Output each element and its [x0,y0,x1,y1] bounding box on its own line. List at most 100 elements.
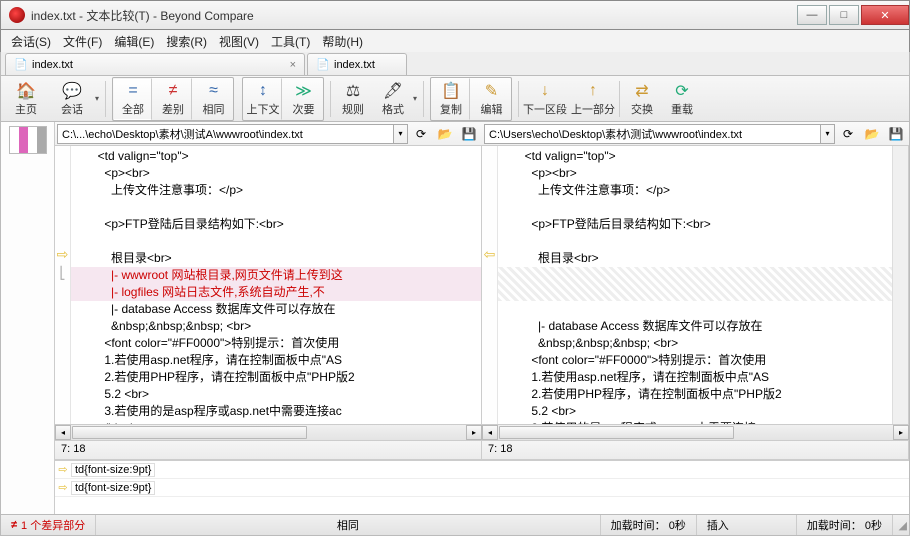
left-cursor-pos: 7: 18 [55,441,482,459]
menu-edit[interactable]: 编辑(E) [114,33,154,50]
status-diff-text: 1 个差异部分 [21,517,85,533]
arrow-right-icon: ⇨ [55,463,71,476]
format-button[interactable]: 🖋格式 [374,78,412,120]
separator [518,81,519,117]
menu-view[interactable]: 视图(V) [219,33,259,50]
menubar: 会话(S) 文件(F) 编辑(E) 搜索(R) 视图(V) 工具(T) 帮助(H… [0,30,910,52]
toolbar: 🏠主页 💬会话 ▾ =全部 ≠差别 ≈相同 ↕上下文 ≫次要 ⚖规则 🖋格式 ▾… [0,76,910,122]
edit-group: 📋复制 ✎编辑 [430,77,512,121]
home-button[interactable]: 🏠主页 [4,78,48,120]
home-label: 主页 [15,101,37,117]
swap-icon: ⇄ [632,81,652,101]
menu-search[interactable]: 搜索(R) [166,33,207,50]
right-gutter: ⇦ [482,146,498,424]
save-left-button[interactable]: 💾 [458,124,480,144]
all-icon: = [123,81,143,101]
save-right-button[interactable]: 💾 [885,124,907,144]
not-equal-icon: ≠ [11,519,17,531]
position-row: 7: 18 7: 18 [55,440,909,460]
minor-button[interactable]: ≫次要 [284,78,322,120]
same-button[interactable]: ≈相同 [194,78,232,120]
sidebar [1,122,55,514]
separator [423,81,424,117]
status-load-right: 加载时间： 0秒 [797,515,893,535]
next-section-button[interactable]: ↓下一区段 [522,78,568,120]
status-diff-count: ≠ 1 个差异部分 [1,515,96,535]
window-title: index.txt - 文本比较(T) - Beyond Compare [31,7,795,24]
status-load-left: 加载时间： 0秒 [601,515,697,535]
diff-label: 差别 [162,101,184,117]
menu-file[interactable]: 文件(F) [63,33,102,50]
left-code[interactable]: <td valign="top"> <p><br> 上传文件注意事项：</p> … [71,146,481,424]
session-button[interactable]: 💬会话 [50,78,94,120]
right-path-input[interactable]: C:\Users\echo\Desktop\素材\测试\wwwroot\inde… [484,124,821,144]
reload-right-button[interactable]: ⟳ [837,124,859,144]
status-load-val: 0秒 [669,517,686,533]
minimize-button[interactable]: — [797,5,827,25]
session-icon: 💬 [62,81,82,101]
dropdown-icon[interactable]: ▾ [821,124,835,144]
reload-button[interactable]: ⟳重载 [663,78,701,120]
handle-icon: ⎣ [60,265,66,282]
vertical-scrollbar[interactable] [892,146,908,424]
thumbnail-overview[interactable] [9,126,47,154]
app-icon [9,7,25,23]
menu-session[interactable]: 会话(S) [11,33,51,50]
dropdown-icon[interactable]: ▾ [394,124,408,144]
detail-lines: ⇨td{font-size:9pt} ⇨td{font-size:9pt} [55,460,909,513]
workarea: C:\...\echo\Desktop\素材\测试A\wwwroot\index… [0,122,910,514]
separator [619,81,620,117]
status-load2-label: 加载时间： [807,517,862,533]
left-path-pane: C:\...\echo\Desktop\素材\测试A\wwwroot\index… [55,122,482,146]
close-button[interactable]: ✕ [861,5,909,25]
diff-marker-icon[interactable]: ⇦ [484,246,496,263]
tab-right[interactable]: 📄 index.txt [307,53,407,75]
copy-icon: 📋 [441,81,461,101]
edit-label: 编辑 [481,101,503,117]
right-scrollbar[interactable]: ◂▸ [482,425,909,440]
separator [330,81,331,117]
context-group: ↕上下文 ≫次要 [242,77,324,121]
right-code[interactable]: <td valign="top"> <p><br> 上传文件注意事项：</p> … [498,146,892,424]
blank-row [55,497,909,513]
diff-marker-icon[interactable]: ⇨ [57,246,69,263]
diff-button[interactable]: ≠差别 [154,78,192,120]
rules-icon: ⚖ [343,81,363,101]
maximize-button[interactable]: □ [829,5,859,25]
status-same: 相同 [96,515,600,535]
diff-icon: ≠ [163,81,183,101]
same-icon: ≈ [204,81,224,101]
prev-label: 上一部分 [571,101,615,117]
detail-line-2: ⇨td{font-size:9pt} [55,479,909,497]
left-code-pane: ⇨ ⎣ <td valign="top"> <p><br> 上传文件注意事项：<… [55,146,482,424]
minor-label: 次要 [293,101,315,117]
horizontal-scrollbars: ◂▸ ◂▸ [55,424,909,440]
open-folder-left-button[interactable]: 📂 [434,124,456,144]
menu-tools[interactable]: 工具(T) [271,33,310,50]
swap-button[interactable]: ⇄交换 [623,78,661,120]
prev-icon: ↑ [583,81,603,101]
arrow-right-icon: ⇨ [55,481,71,494]
rules-label: 规则 [342,101,364,117]
status-load2-val: 0秒 [865,517,882,533]
dropdown-icon[interactable]: ▾ [413,94,421,103]
tab-close-icon[interactable]: × [290,59,296,71]
open-folder-right-button[interactable]: 📂 [861,124,883,144]
all-button[interactable]: =全部 [114,78,152,120]
status-load-label: 加载时间： [611,517,666,533]
prev-section-button[interactable]: ↑上一部分 [570,78,616,120]
rules-button[interactable]: ⚖规则 [334,78,372,120]
edit-button[interactable]: ✎编辑 [472,78,510,120]
reload-icon: ⟳ [672,81,692,101]
reload-left-button[interactable]: ⟳ [410,124,432,144]
tab-left[interactable]: 📄 index.txt × [5,53,305,75]
copy-button[interactable]: 📋复制 [432,78,470,120]
dropdown-icon[interactable]: ▾ [95,94,103,103]
context-button[interactable]: ↕上下文 [244,78,282,120]
left-scrollbar[interactable]: ◂▸ [55,425,482,440]
resize-grip-icon[interactable]: ◢ [893,519,909,532]
next-label: 下一区段 [523,101,567,117]
separator [105,81,106,117]
left-path-input[interactable]: C:\...\echo\Desktop\素材\测试A\wwwroot\index… [57,124,394,144]
menu-help[interactable]: 帮助(H) [322,33,363,50]
